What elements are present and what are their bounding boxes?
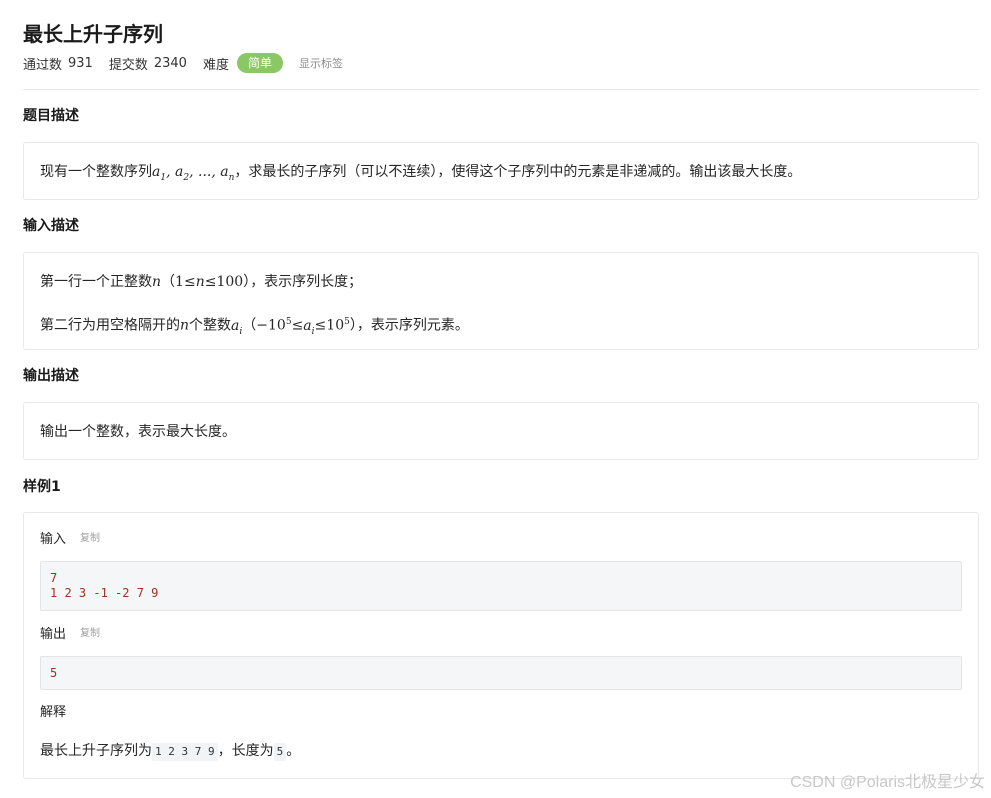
description-text-before: 现有一个整数序列 (40, 164, 152, 180)
difficulty-label: 难度 (202, 57, 229, 73)
copy-output-button[interactable]: 复制 (80, 628, 100, 639)
passed-label: 通过数 (23, 57, 63, 73)
difficulty-badge: 简单 (236, 53, 283, 73)
explain-code-sequence: 1 2 3 7 9 (152, 743, 218, 761)
input-desc-card: 第一行一个正整数n（1≤n≤100），表示序列长度； 第二行为用空格隔开的n个整… (23, 252, 979, 350)
sample-input-line: 7 (50, 571, 58, 585)
copy-input-button[interactable]: 复制 (80, 533, 100, 544)
description-text: 现有一个整数序列a1, a2, ..., an，求最长的子序列（可以不连续），使… (40, 162, 801, 188)
description-card: 现有一个整数序列a1, a2, ..., an，求最长的子序列（可以不连续），使… (23, 142, 979, 200)
output-desc-card: 输出一个整数，表示最大长度。 (23, 402, 979, 460)
sample-output-box[interactable]: 5 (40, 656, 962, 690)
csdn-watermark: CSDN @Polaris北极星少女 (790, 774, 985, 791)
show-tags-link[interactable]: 显示标签 (299, 55, 343, 71)
description-text-after: ，求最长的子序列（可以不连续），使得这个子序列中的元素是非递减的。输出该最大长度… (234, 164, 802, 180)
submitted-count: 2340 (153, 55, 187, 71)
sample-output-label: 输出 (40, 627, 67, 642)
submitted-label: 提交数 (108, 57, 148, 73)
sample-explanation: 最长上升子序列为 1 2 3 7 9 ，长度为 5。 (40, 743, 301, 761)
description-heading: 题目描述 (23, 108, 79, 124)
output-desc-text: 输出一个整数，表示最大长度。 (40, 424, 236, 440)
output-desc-heading: 输出描述 (23, 368, 79, 384)
problem-title: 最长上升子序列 (23, 22, 163, 46)
input-desc-line-1: 第一行一个正整数n（1≤n≤100），表示序列长度； (40, 274, 363, 290)
sample-output-line: 5 (50, 666, 58, 680)
sample-input-label: 输入 (40, 532, 67, 547)
input-desc-line-2: 第二行为用空格隔开的n个整数ai（−105≤ai≤105），表示序列元素。 (40, 317, 469, 337)
math-sequence: a1, a2, ..., an (152, 164, 235, 183)
explain-code-length: 5 (273, 743, 287, 761)
sample-input-label-row: 输入 复制 (40, 530, 100, 549)
sample-output-label-row: 输出 复制 (40, 625, 100, 644)
input-desc-heading: 输入描述 (23, 218, 79, 234)
sample-heading: 样例1 (23, 479, 61, 495)
problem-meta: 通过数 931 提交数 2340 难度 简单 显示标签 (23, 52, 343, 74)
sample-input-box[interactable]: 7 1 2 3 -1 -2 7 9 (40, 561, 962, 611)
sample-input-line: 1 2 3 -1 -2 7 9 (50, 586, 159, 600)
passed-count: 931 (68, 55, 93, 71)
header-divider (23, 89, 979, 90)
sample-card: 输入 复制 7 1 2 3 -1 -2 7 9 输出 复制 5 解释 最长上升子序列… (23, 512, 979, 779)
sample-explain-label: 解释 (40, 705, 67, 720)
